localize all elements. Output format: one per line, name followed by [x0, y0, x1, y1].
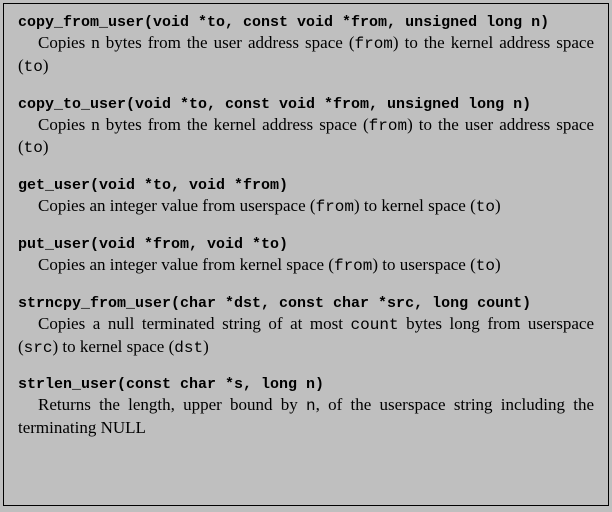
- function-signature: strncpy_from_user(char *dst, const char …: [18, 295, 594, 312]
- function-description: Copies n bytes from the kernel address s…: [18, 114, 594, 160]
- function-entry: strlen_user(const char *s, long n) Retur…: [18, 376, 594, 439]
- function-description: Copies n bytes from the user address spa…: [18, 32, 594, 78]
- function-entry: copy_to_user(void *to, const void *from,…: [18, 96, 594, 160]
- function-description: Returns the length, upper bound by n, of…: [18, 394, 594, 439]
- api-reference-box: copy_from_user(void *to, const void *fro…: [3, 3, 609, 506]
- function-description: Copies an integer value from userspace (…: [18, 195, 594, 218]
- function-entry: strncpy_from_user(char *dst, const char …: [18, 295, 594, 359]
- function-signature: copy_to_user(void *to, const void *from,…: [18, 96, 594, 113]
- function-description: Copies an integer value from kernel spac…: [18, 254, 594, 277]
- function-signature: strlen_user(const char *s, long n): [18, 376, 594, 393]
- function-signature: put_user(void *from, void *to): [18, 236, 594, 253]
- function-description: Copies a null terminated string of at mo…: [18, 313, 594, 359]
- function-signature: get_user(void *to, void *from): [18, 177, 594, 194]
- function-signature: copy_from_user(void *to, const void *fro…: [18, 14, 594, 31]
- function-entry: put_user(void *from, void *to) Copies an…: [18, 236, 594, 277]
- function-entry: get_user(void *to, void *from) Copies an…: [18, 177, 594, 218]
- function-entry: copy_from_user(void *to, const void *fro…: [18, 14, 594, 78]
